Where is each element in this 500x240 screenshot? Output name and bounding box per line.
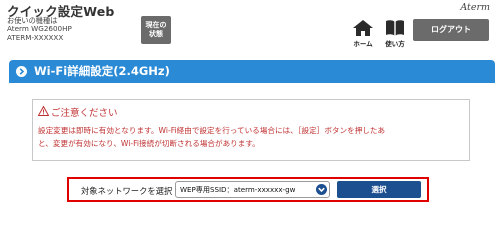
manual-label: 使い方 (385, 40, 405, 48)
status-button-line2: 状態 (149, 30, 163, 38)
network-selection-row: 対象ネットワークを選択 WEP専用SSID：aterm-xxxxxx-gw 選択 (67, 177, 429, 202)
notice-line: と、変更が有効になり、Wi-Fi接続が切断される場合があります。 (38, 139, 260, 148)
section-header: Wi-Fi詳細設定(2.4GHz) (9, 60, 495, 83)
chevron-down-icon (316, 184, 327, 195)
book-icon (386, 20, 404, 36)
network-select-label: 対象ネットワークを選択 (81, 186, 173, 196)
manual-link[interactable]: 使い方 (383, 20, 407, 48)
network-select[interactable]: WEP専用SSID：aterm-xxxxxx-gw (175, 181, 330, 198)
header: クイック設定Web お使いの機種は Aterm WG2600HP ATERM-X… (0, 0, 500, 56)
home-icon (353, 20, 373, 36)
logout-button[interactable]: ログアウト (413, 19, 489, 41)
select-button[interactable]: 選択 (337, 181, 421, 198)
notice-box: ご注意ください 設定変更は即時に有効となります。Wi-Fi経由で設定を行っている… (32, 99, 470, 161)
chevron-right-icon (16, 66, 27, 77)
warning-icon (38, 106, 49, 116)
home-link[interactable]: ホーム (351, 20, 375, 48)
brand-logo: Aterm (460, 2, 490, 13)
device-info: お使いの機種は Aterm WG2600HP ATERM-XXXXXX (7, 16, 72, 42)
current-status-button[interactable]: 現在の 状態 (141, 16, 171, 44)
device-name: ATERM-XXXXXX (7, 32, 64, 42)
notice-title: ご注意ください (51, 108, 118, 119)
notice-line: 設定変更は即時に有効となります。Wi-Fi経由で設定を行っている場合には、［設定… (38, 126, 386, 135)
notice-text: 設定変更は即時に有効となります。Wi-Fi経由で設定を行っている場合には、［設定… (38, 124, 466, 150)
network-select-value: WEP専用SSID：aterm-xxxxxx-gw (180, 185, 296, 194)
home-label: ホーム (353, 40, 373, 48)
section-title: Wi-Fi詳細設定(2.4GHz) (34, 64, 170, 78)
status-button-line1: 現在の (145, 21, 167, 29)
